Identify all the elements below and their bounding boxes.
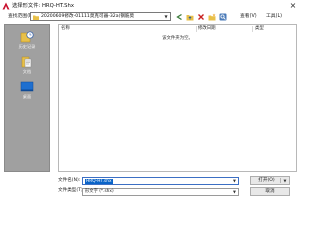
delete-icon xyxy=(197,13,204,20)
filename-label: 文件名(N): xyxy=(58,178,81,183)
empty-folder-message: 该文件夹为空。 xyxy=(162,36,193,41)
place-label: 桌面 xyxy=(22,94,32,99)
desktop-icon xyxy=(20,81,34,92)
folder-icon xyxy=(33,15,39,20)
open-button[interactable]: 打开(O) ▼ xyxy=(250,176,290,185)
place-label: 历史记录 xyxy=(18,44,36,49)
back-icon xyxy=(175,13,182,20)
select-shape-file-dialog: 选择形文件: HRQ-HT.Shx × 查找范围(I): 20200609修改-… xyxy=(0,0,300,200)
views-menu[interactable]: 查看(V) xyxy=(240,12,257,21)
column-header-name[interactable]: 名称 xyxy=(61,26,70,32)
filetype-value: 形文字 (*.shx) xyxy=(85,189,114,194)
back-button[interactable] xyxy=(174,12,183,21)
filename-input[interactable]: HRQ-HT.shx ▼ xyxy=(82,177,239,185)
up-folder-icon xyxy=(186,14,193,20)
documents-icon xyxy=(21,56,32,68)
column-header-type[interactable]: 类型 xyxy=(255,26,264,32)
new-folder-button[interactable] xyxy=(207,12,216,21)
place-desktop[interactable]: 桌面 xyxy=(5,79,49,103)
column-header-date[interactable]: 修改日期 xyxy=(198,26,216,32)
search-web-button[interactable] xyxy=(218,12,227,21)
chevron-down-icon[interactable]: ▼ xyxy=(281,177,289,184)
cancel-button[interactable]: 取消 xyxy=(250,187,290,196)
file-list[interactable]: 名称 修改日期 类型 该文件夹为空。 xyxy=(58,24,297,172)
delete-button[interactable] xyxy=(196,12,205,21)
cancel-button-label: 取消 xyxy=(265,189,275,194)
place-history[interactable]: 历史记录 xyxy=(5,29,49,53)
chevron-down-icon[interactable]: ▼ xyxy=(231,178,238,184)
lookin-value: 20200609修改-01111莫克可器-32a(钢筋莫 xyxy=(41,14,135,19)
filetype-label: 文件类型(T): xyxy=(58,188,85,193)
autocad-app-icon xyxy=(2,2,10,10)
place-documents[interactable]: 文档 xyxy=(5,54,49,78)
up-folder-button[interactable] xyxy=(185,12,194,21)
history-icon xyxy=(20,31,34,43)
open-button-label: 打开(O) xyxy=(258,178,275,183)
place-label: 文档 xyxy=(22,69,32,74)
filename-value: HRQ-HT.shx xyxy=(85,178,113,184)
filetype-dropdown[interactable]: 形文字 (*.shx) ▼ xyxy=(82,188,239,196)
search-web-icon xyxy=(219,13,226,20)
tools-menu[interactable]: 工具(L) xyxy=(266,12,282,21)
column-divider[interactable] xyxy=(252,26,253,32)
close-icon: × xyxy=(289,1,297,10)
close-button[interactable]: × xyxy=(288,1,298,11)
chevron-down-icon[interactable]: ▼ xyxy=(231,189,238,195)
places-sidebar: 历史记录 文档 桌面 xyxy=(4,24,50,172)
window-title: 选择形文件: HRQ-HT.Shx xyxy=(12,3,74,9)
column-divider[interactable] xyxy=(196,26,197,32)
lookin-dropdown[interactable]: 20200609修改-01111莫克可器-32a(钢筋莫 ▼ xyxy=(30,12,171,21)
new-folder-icon xyxy=(208,13,215,20)
title-bar: 选择形文件: HRQ-HT.Shx × xyxy=(0,0,300,12)
chevron-down-icon[interactable]: ▼ xyxy=(162,13,170,20)
